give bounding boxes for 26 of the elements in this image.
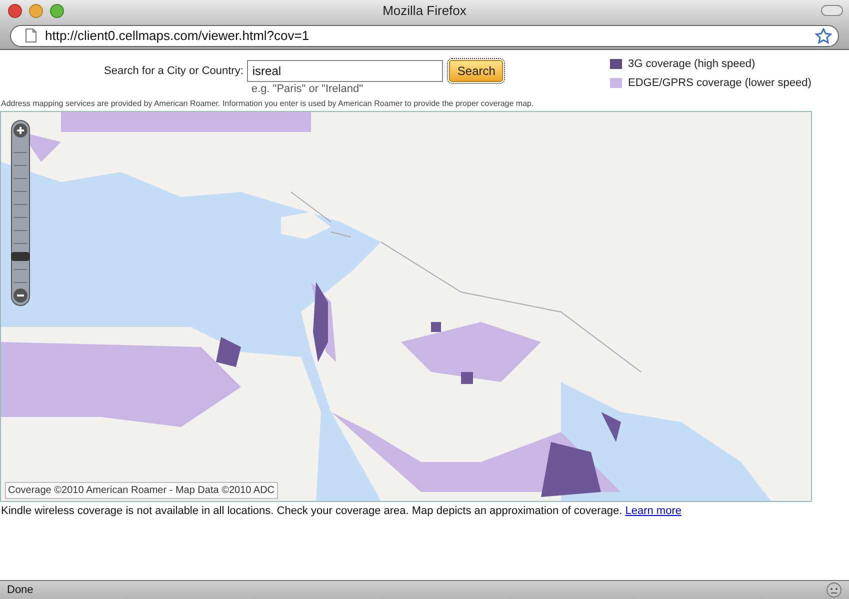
- legend-label: EDGE/GPRS coverage (lower speed): [628, 76, 812, 90]
- close-window-button[interactable]: [8, 4, 22, 18]
- zoom-window-button[interactable]: [50, 4, 64, 18]
- coverage-disclaimer: Kindle wireless coverage is not available in all locations. Check your coverage area. Map depicts an approximation of coverage.: [1, 504, 622, 519]
- status-text: Done: [7, 582, 34, 598]
- address-bar[interactable]: http://client0.cellmaps.com/viewer.html?cov=1: [10, 24, 839, 46]
- coverage-map[interactable]: Coverage ©2010 American Roamer - Map Data ©2010 ADC: [0, 111, 812, 502]
- search-button[interactable]: Search: [449, 60, 504, 82]
- zoom-slider[interactable]: [11, 120, 30, 306]
- star-icon[interactable]: [815, 28, 832, 44]
- search-hint: e.g. "Paris" or "Ireland": [251, 83, 364, 96]
- search-label: Search for a City or Country:: [104, 64, 244, 79]
- face-icon[interactable]: [826, 582, 842, 598]
- minimize-window-button[interactable]: [29, 4, 43, 18]
- search-field[interactable]: isreal: [247, 60, 444, 82]
- zoom-slider-thumb[interactable]: [11, 252, 30, 261]
- toolbar-toggle-button[interactable]: [821, 5, 843, 16]
- legend-label: 3G coverage (high speed): [628, 57, 756, 72]
- notice-text: Address mapping services are provided by American Roamer. Information you enter is used by American Roamer to provide the proper coverage map.: [0, 98, 535, 110]
- map-copyright: Coverage ©2010 American Roamer - Map Data ©2010 ADC: [5, 482, 278, 499]
- window-title: Mozilla Firefox: [382, 2, 468, 20]
- url-text: http://client0.cellmaps.com/viewer.html?cov=1: [45, 26, 310, 45]
- zoom-in-icon[interactable]: [13, 123, 28, 138]
- learn-more-link[interactable]: Learn more: [625, 503, 682, 520]
- page-icon: [25, 28, 37, 43]
- zoom-out-icon[interactable]: [13, 288, 28, 303]
